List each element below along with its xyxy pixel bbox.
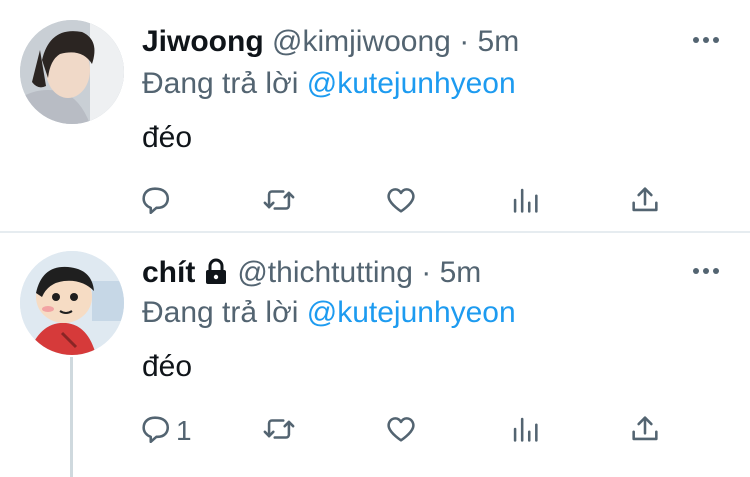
share-icon xyxy=(628,412,662,451)
like-icon xyxy=(384,183,418,222)
separator-dot: · xyxy=(421,256,432,289)
reply-button[interactable]: 1 xyxy=(138,411,192,451)
more-icon[interactable] xyxy=(692,261,720,281)
user-handle[interactable]: @kimjiwoong xyxy=(272,25,451,58)
like-button[interactable] xyxy=(384,411,418,451)
display-name[interactable]: chít xyxy=(142,256,195,289)
reply-count: 1 xyxy=(176,415,192,446)
like-button[interactable] xyxy=(384,182,418,222)
tweet-text: đéo xyxy=(142,350,193,383)
reply-button[interactable] xyxy=(138,182,176,222)
replying-to: Đang trả lời @kutejunhyeon xyxy=(142,295,516,331)
reply-icon xyxy=(138,183,172,222)
like-icon xyxy=(384,412,418,451)
share-icon xyxy=(628,183,662,222)
thread-line xyxy=(70,357,73,477)
share-button[interactable] xyxy=(628,182,662,222)
analytics-button[interactable] xyxy=(508,182,542,222)
more-icon[interactable] xyxy=(692,30,720,50)
timestamp[interactable]: 5m xyxy=(440,256,482,289)
action-bar xyxy=(138,182,678,222)
tweet[interactable]: Jiwoong @kimjiwoong · 5m Đang trả lời @k… xyxy=(0,0,750,233)
avatar[interactable] xyxy=(20,20,124,124)
timestamp[interactable]: 5m xyxy=(478,25,520,58)
tweet[interactable]: chít @thichtutting · 5m Đang trả lời @kut… xyxy=(0,233,750,477)
analytics-icon xyxy=(508,412,542,451)
mention-link[interactable]: @kutejunhyeon xyxy=(307,296,516,329)
action-bar: 1 xyxy=(138,411,678,451)
avatar[interactable] xyxy=(20,251,124,355)
reply-icon xyxy=(138,412,172,451)
retweet-icon xyxy=(262,412,296,451)
lock-icon xyxy=(203,257,229,294)
retweet-button[interactable] xyxy=(262,182,296,222)
tweet-header: chít @thichtutting · 5m xyxy=(142,255,481,294)
tweet-header: Jiwoong @kimjiwoong · 5m xyxy=(142,24,519,60)
replying-to: Đang trả lời @kutejunhyeon xyxy=(142,66,516,102)
separator-dot: · xyxy=(459,25,470,58)
user-handle[interactable]: @thichtutting xyxy=(237,256,413,289)
analytics-icon xyxy=(508,183,542,222)
replying-prefix: Đang trả lời xyxy=(142,296,299,329)
retweet-button[interactable] xyxy=(262,411,296,451)
mention-link[interactable]: @kutejunhyeon xyxy=(307,67,516,100)
tweet-text: đéo xyxy=(142,121,193,154)
display-name[interactable]: Jiwoong xyxy=(142,25,264,58)
retweet-icon xyxy=(262,183,296,222)
analytics-button[interactable] xyxy=(508,411,542,451)
replying-prefix: Đang trả lời xyxy=(142,67,299,100)
share-button[interactable] xyxy=(628,411,662,451)
